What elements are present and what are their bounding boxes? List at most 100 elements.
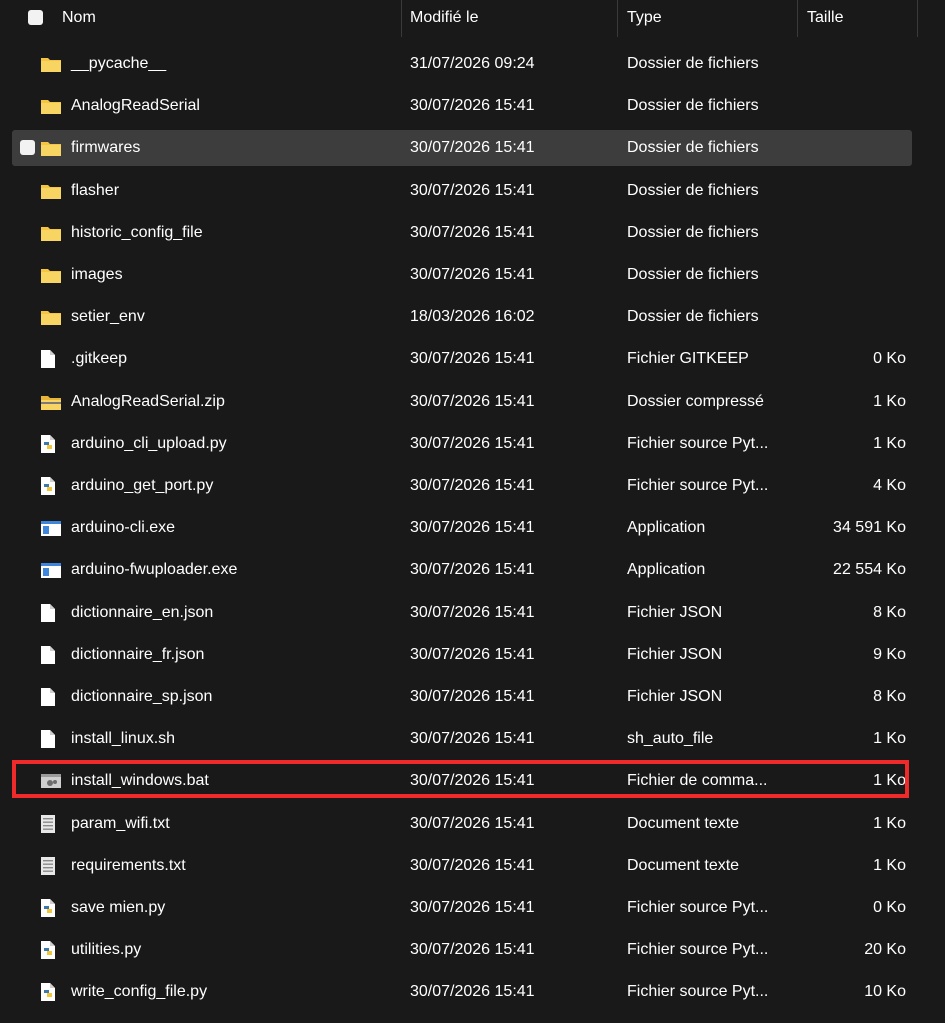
file-row[interactable]: arduino-cli.exe 30/07/2026 15:41 Applicati… <box>12 507 912 549</box>
file-modified-date: 30/07/2026 15:41 <box>410 899 535 916</box>
file-type: Document texte <box>627 856 740 874</box>
file-row[interactable]: firmwares 30/07/2026 15:41 Dossier de fich… <box>12 130 912 167</box>
file-modified-date: 30/07/2026 15:41 <box>410 477 535 494</box>
text-file-icon <box>40 845 62 887</box>
file-type: Fichier JSON <box>627 603 723 621</box>
file-type: Dossier de fichiers <box>627 55 759 72</box>
file-name: dictionnaire_fr.json <box>71 645 205 663</box>
file-row[interactable]: requirements.txt 30/07/2026 15:41 Document… <box>12 845 912 887</box>
file-type: Dossier de fichiers <box>627 308 759 326</box>
file-name: arduino-cli.exe <box>71 519 176 537</box>
folder-icon <box>40 170 62 212</box>
file-modified-date: 30/07/2026 15:41 <box>410 645 535 663</box>
file-icon <box>40 338 62 380</box>
zip-folder-icon <box>40 381 62 423</box>
select-all-checkbox[interactable] <box>28 10 43 25</box>
folder-icon <box>40 296 62 338</box>
file-size: 0 Ko <box>873 899 906 916</box>
file-row[interactable]: write_config_file.py 30/07/2026 15:41 Fich… <box>12 971 912 1013</box>
file-row[interactable]: install_windows.bat 30/07/2026 15:41 Fichi… <box>12 760 912 802</box>
file-type: Dossier compressé <box>627 392 764 410</box>
file-row[interactable]: dictionnaire_en.json 30/07/2026 15:41 Fich… <box>12 592 912 634</box>
file-row[interactable]: historic_config_file 30/07/2026 15:41 Doss… <box>12 212 912 254</box>
file-row[interactable]: flasher 30/07/2026 15:41 Dossier de fichie… <box>12 170 912 212</box>
batch-file-icon <box>40 760 62 802</box>
file-modified-date: 30/07/2026 15:41 <box>410 519 535 537</box>
file-name: arduino_cli_upload.py <box>71 434 227 452</box>
file-type: Dossier de fichiers <box>627 97 759 115</box>
file-size: 1 Ko <box>873 772 906 790</box>
file-modified-date: 30/07/2026 15:41 <box>410 688 535 705</box>
file-size: 1 Ko <box>873 392 906 410</box>
application-icon <box>40 549 62 591</box>
python-file-icon <box>40 887 62 929</box>
file-row[interactable]: dictionnaire_fr.json 30/07/2026 15:41 Fich… <box>12 634 912 676</box>
file-type: Fichier JSON <box>627 688 723 705</box>
file-name: __pycache__ <box>71 55 167 72</box>
file-modified-date: 30/07/2026 15:41 <box>410 392 535 410</box>
file-row[interactable]: dictionnaire_sp.json 30/07/2026 15:41 Fich… <box>12 676 912 718</box>
file-modified-date: 30/07/2026 15:41 <box>410 983 535 1001</box>
column-divider[interactable] <box>617 0 618 37</box>
file-type: sh_auto_file <box>627 730 714 748</box>
file-type: Application <box>627 561 706 579</box>
column-divider[interactable] <box>917 0 918 37</box>
file-row[interactable]: AnalogReadSerial 30/07/2026 15:41 Dossier … <box>12 85 912 127</box>
file-name: images <box>71 266 123 283</box>
file-row[interactable]: arduino-fwuploader.exe 30/07/2026 15:41 Ap… <box>12 549 912 591</box>
file-row[interactable]: setier_env 18/03/2026 16:02 Dossier de fic… <box>12 296 912 338</box>
column-header-date[interactable]: Modifié le <box>410 0 478 36</box>
file-size: 34 591 Ko <box>833 519 906 537</box>
folder-icon <box>40 254 62 296</box>
python-file-icon <box>40 929 62 971</box>
file-size: 0 Ko <box>873 350 906 368</box>
file-row[interactable]: arduino_cli_upload.py 30/07/2026 15:41 Fic… <box>12 423 912 465</box>
file-name: arduino-fwuploader.exe <box>71 561 238 579</box>
python-file-icon <box>40 423 62 465</box>
file-type: Fichier JSON <box>627 645 723 663</box>
sort-chevron-icon <box>204 0 217 5</box>
file-name: install_linux.sh <box>71 730 176 748</box>
file-row[interactable]: images 30/07/2026 15:41 Dossier de fichier… <box>12 254 912 296</box>
file-size: 1 Ko <box>873 434 906 452</box>
file-size: 1 Ko <box>873 730 906 748</box>
file-name: historic_config_file <box>71 223 203 241</box>
file-type: Fichier de comma... <box>627 772 768 790</box>
column-header-size[interactable]: Taille <box>807 0 843 36</box>
folder-icon <box>40 43 62 85</box>
file-modified-date: 30/07/2026 15:41 <box>410 350 535 368</box>
file-name: AnalogReadSerial <box>71 97 200 115</box>
file-name: param_wifi.txt <box>71 814 170 832</box>
column-divider[interactable] <box>797 0 798 37</box>
file-modified-date: 30/07/2026 15:41 <box>410 561 535 579</box>
file-name: firmwares <box>71 139 141 157</box>
file-modified-date: 30/07/2026 15:41 <box>410 772 535 790</box>
file-type: Dossier de fichiers <box>627 223 759 241</box>
file-icon <box>40 676 62 718</box>
folder-icon <box>40 85 62 127</box>
column-header-type[interactable]: Type <box>627 0 662 36</box>
file-row[interactable]: .gitkeep 30/07/2026 15:41 Fichier GITKEEP 0… <box>12 338 912 380</box>
column-header-name[interactable]: Nom <box>62 0 96 36</box>
file-name: write_config_file.py <box>71 983 208 1001</box>
file-modified-date: 30/07/2026 15:41 <box>410 97 535 115</box>
file-row[interactable]: arduino_get_port.py 30/07/2026 15:41 Fichi… <box>12 465 912 507</box>
file-row[interactable]: __pycache__ 31/07/2026 09:24 Dossier de fi… <box>12 43 912 85</box>
folder-icon <box>40 212 62 254</box>
file-type: Fichier source Pyt... <box>627 434 769 452</box>
file-name: install_windows.bat <box>71 772 209 790</box>
row-checkbox[interactable] <box>20 140 35 156</box>
file-row[interactable]: save mien.py 30/07/2026 15:41 Fichier sour… <box>12 887 912 929</box>
file-row[interactable]: utilities.py 30/07/2026 15:41 Fichier sour… <box>12 929 912 971</box>
column-divider[interactable] <box>401 0 402 37</box>
file-row[interactable]: install_linux.sh 30/07/2026 15:41 sh_auto_… <box>12 718 912 760</box>
folder-icon <box>40 130 62 166</box>
file-type: Fichier source Pyt... <box>627 477 769 494</box>
file-name: setier_env <box>71 308 145 326</box>
file-type: Dossier de fichiers <box>627 266 759 283</box>
file-size: 10 Ko <box>864 983 906 1001</box>
file-size: 1 Ko <box>873 814 906 832</box>
file-row[interactable]: AnalogReadSerial.zip 30/07/2026 15:41 Doss… <box>12 381 912 423</box>
file-row[interactable]: param_wifi.txt 30/07/2026 15:41 Document t… <box>12 803 912 845</box>
file-modified-date: 30/07/2026 15:41 <box>410 603 535 621</box>
